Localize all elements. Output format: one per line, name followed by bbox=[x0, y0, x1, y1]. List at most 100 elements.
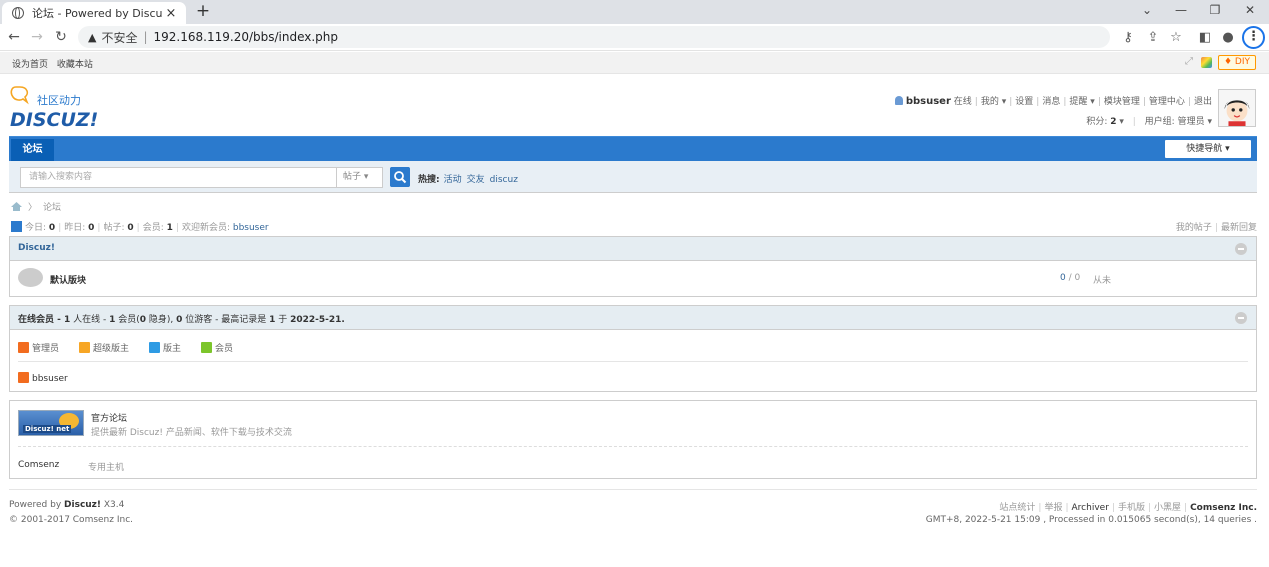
posts-count: 0 bbox=[127, 223, 134, 233]
tab-search-icon[interactable]: ⌄ bbox=[1130, 0, 1164, 24]
avatar[interactable] bbox=[1218, 89, 1256, 127]
tab-title: 论坛 - Powered by Discuz! bbox=[32, 7, 162, 20]
logo-tagline: 社区动力 bbox=[37, 93, 81, 107]
official-forum-desc: 提供最新 Discuz! 产品新闻、软件下载与技术交流 bbox=[91, 428, 292, 438]
stats-chart-icon bbox=[11, 221, 22, 232]
legend-moderator: 版主 bbox=[149, 341, 181, 354]
browser-menu-icon[interactable]: ⋮ bbox=[1242, 26, 1265, 49]
online-status[interactable]: 在线 bbox=[954, 97, 972, 107]
newest-member-link[interactable]: bbsuser bbox=[233, 223, 269, 233]
user-group-label: 用户组: bbox=[1144, 117, 1175, 127]
logo-name: DISCUZ! bbox=[10, 109, 98, 131]
members-count: 1 bbox=[166, 223, 173, 233]
discuz-net-banner[interactable]: Discuz! net bbox=[18, 410, 84, 436]
reload-button[interactable]: ↻ bbox=[51, 27, 71, 47]
close-window-button[interactable]: ✕ bbox=[1233, 0, 1267, 24]
share-icon[interactable]: ⇪ bbox=[1143, 28, 1163, 48]
notifications-link[interactable]: 提醒 bbox=[1069, 97, 1087, 107]
block-manage-link[interactable]: 模块管理 bbox=[1104, 97, 1140, 107]
breadcrumb-forum[interactable]: 论坛 bbox=[43, 203, 61, 213]
credits-value[interactable]: 2 bbox=[1110, 117, 1116, 127]
tab-close-icon[interactable]: × bbox=[162, 6, 180, 21]
switch-width-icon[interactable]: ⤢ bbox=[1185, 56, 1193, 67]
blackroom-link[interactable]: 小黑屋 bbox=[1154, 503, 1181, 513]
forum-counts: 0 / 0 bbox=[1060, 273, 1081, 283]
hot-link-discuz[interactable]: discuz bbox=[490, 175, 518, 185]
side-panel-icon[interactable]: ◧ bbox=[1195, 28, 1215, 48]
key-icon[interactable]: ⚷ bbox=[1118, 28, 1138, 48]
collapse-icon[interactable] bbox=[1235, 312, 1247, 324]
mobile-link[interactable]: 手机版 bbox=[1118, 503, 1145, 513]
category-title[interactable]: Discuz! bbox=[18, 243, 55, 253]
latest-replies-link[interactable]: 最新回复 bbox=[1221, 223, 1257, 233]
forum-stats: 今日: 0 | 昨日: 0 | 帖子: 0 | 会员: 1 | 欢迎新会员: bbsuser bbox=[11, 220, 269, 233]
my-menu-link[interactable]: 我的 bbox=[981, 97, 999, 107]
moderator-user-icon bbox=[149, 342, 160, 353]
bookmark-star-icon[interactable]: ☆ bbox=[1166, 28, 1186, 48]
forum-bubble-icon bbox=[18, 268, 43, 287]
hot-link-activity[interactable]: 活动 bbox=[444, 175, 462, 185]
legend-admin: 管理员 bbox=[18, 341, 59, 354]
search-bar: 请输入搜索内容 帖子 ▾ 热搜: 活动 交友 discuz bbox=[9, 161, 1257, 193]
quick-nav-button[interactable]: 快捷导航 ▾ bbox=[1165, 140, 1251, 158]
logout-link[interactable]: 退出 bbox=[1194, 97, 1212, 107]
discuz-link[interactable]: Discuz! bbox=[64, 500, 101, 510]
address-bar[interactable]: ▲ 不安全 | 192.168.119.20/bbs/index.php bbox=[78, 26, 1110, 48]
search-input[interactable]: 请输入搜索内容 bbox=[20, 167, 336, 188]
footer-links: 站点统计 | 举报 | Archiver | 手机版 | 小黑屋 | Comsenz Inc. bbox=[999, 503, 1257, 513]
hot-link-friends[interactable]: 交友 bbox=[467, 175, 485, 185]
company-link[interactable]: Comsenz Inc. bbox=[1190, 503, 1257, 513]
minimize-button[interactable]: — bbox=[1164, 0, 1198, 24]
member-legend: 管理员 超级版主 版主 会员 bbox=[18, 330, 1248, 362]
back-button[interactable]: ← bbox=[4, 27, 24, 47]
browser-tab[interactable]: 论坛 - Powered by Discuz! × bbox=[2, 2, 186, 24]
report-link[interactable]: 举报 bbox=[1044, 503, 1062, 513]
super-moderator-user-icon bbox=[79, 342, 90, 353]
color-style-icon[interactable] bbox=[1201, 57, 1212, 68]
collapse-icon[interactable] bbox=[1235, 243, 1247, 255]
search-type-select[interactable]: 帖子 ▾ bbox=[336, 167, 383, 188]
my-posts-link[interactable]: 我的帖子 bbox=[1176, 223, 1212, 233]
admin-center-link[interactable]: 管理中心 bbox=[1149, 97, 1185, 107]
hot-label: 热搜: bbox=[418, 175, 440, 185]
online-user-link[interactable]: bbsuser bbox=[18, 372, 68, 384]
settings-link[interactable]: 设置 bbox=[1015, 97, 1033, 107]
set-homepage-link[interactable]: 设为首页 bbox=[12, 60, 48, 70]
nav-item-forum[interactable]: 论坛 bbox=[11, 139, 54, 162]
post-links: 我的帖子 | 最新回复 bbox=[1175, 223, 1257, 233]
legend-super-moderator: 超级版主 bbox=[79, 341, 129, 354]
warning-icon[interactable]: ▲ bbox=[88, 31, 96, 44]
official-forum-link[interactable]: 官方论坛 bbox=[91, 411, 127, 424]
search-button[interactable] bbox=[390, 167, 410, 187]
site-stats-link[interactable]: 站点统计 bbox=[999, 503, 1035, 513]
forum-name-link[interactable]: 默认版块 bbox=[50, 273, 86, 286]
legend-member: 会员 bbox=[201, 341, 233, 354]
site-header: 社区动力 DISCUZ! bbsuser 在线 | 我的 ▾ | 设置 | 消息 | 提醒 ▾ |… bbox=[0, 74, 1269, 136]
new-tab-button[interactable]: + bbox=[192, 2, 214, 22]
breadcrumb: 〉论坛 bbox=[11, 200, 61, 213]
archiver-link[interactable]: Archiver bbox=[1072, 503, 1109, 513]
user-group-value[interactable]: 管理员 bbox=[1178, 117, 1205, 127]
forward-button[interactable]: → bbox=[27, 27, 47, 47]
bookmark-site-link[interactable]: 收藏本站 bbox=[57, 60, 93, 70]
hot-searches: 热搜: 活动 交友 discuz bbox=[418, 172, 523, 185]
footer-divider bbox=[9, 489, 1257, 490]
browser-toolbar: ← → ↻ ▲ 不安全 | 192.168.119.20/bbs/index.p… bbox=[0, 24, 1269, 51]
user-menu: bbsuser 在线 | 我的 ▾ | 设置 | 消息 | 提醒 ▾ | 模块管理 | 管理中心 | 退出 bbox=[894, 94, 1212, 107]
hosting-link[interactable]: 专用主机 bbox=[88, 460, 124, 473]
messages-link[interactable]: 消息 bbox=[1042, 97, 1060, 107]
online-title[interactable]: 在线会员 - 1 人在线 - 1 会员(0 隐身), 0 位游客 - 最高记录是… bbox=[18, 312, 345, 325]
diy-button[interactable]: ♦ DIY bbox=[1218, 55, 1256, 70]
admin-user-icon bbox=[18, 372, 29, 383]
username-link[interactable]: bbsuser bbox=[906, 96, 951, 107]
site-topbar: 设为首页 收藏本站 ⤢ ♦ DIY bbox=[0, 52, 1269, 74]
discuz-logo[interactable]: 社区动力 DISCUZ! bbox=[10, 83, 130, 133]
search-type-label: 帖子 bbox=[343, 172, 362, 182]
comsenz-link[interactable]: Comsenz bbox=[18, 460, 59, 470]
profile-icon[interactable]: ● bbox=[1218, 28, 1238, 48]
url-text[interactable]: 192.168.119.20/bbs/index.php bbox=[154, 30, 338, 44]
home-icon[interactable] bbox=[11, 202, 22, 211]
member-user-icon bbox=[201, 342, 212, 353]
copyright[interactable]: © 2001-2017 Comsenz Inc. bbox=[9, 515, 133, 525]
restore-button[interactable]: ❐ bbox=[1198, 0, 1232, 24]
